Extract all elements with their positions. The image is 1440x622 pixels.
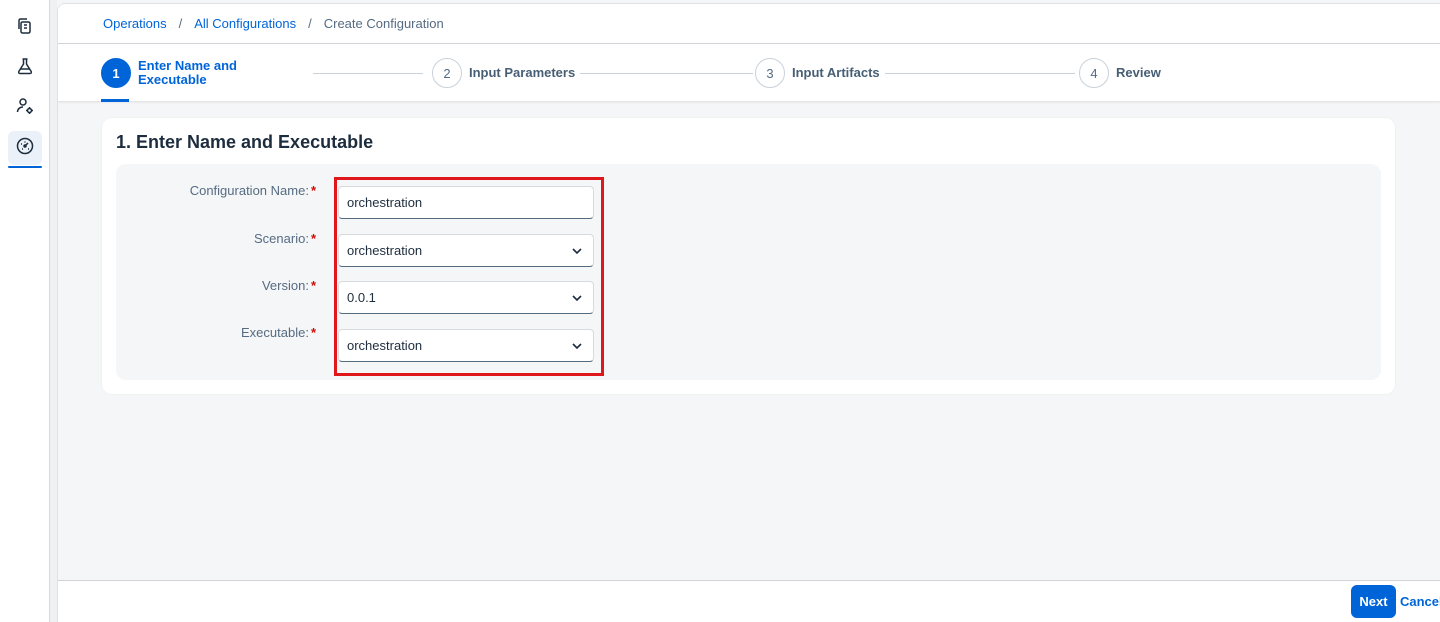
rail-item-operations[interactable] xyxy=(8,131,42,168)
copy-documents-icon xyxy=(15,16,35,41)
configuration-name-value: orchestration xyxy=(347,195,423,210)
breadcrumb-link-operations[interactable]: Operations xyxy=(103,16,167,31)
rail-divider xyxy=(50,0,57,622)
scenario-select[interactable]: orchestration xyxy=(338,234,594,267)
required-marker: * xyxy=(310,231,316,246)
wizard-progress-bar: 1 Enter Name and Executable 2 Input Para… xyxy=(58,44,1440,102)
chevron-down-icon xyxy=(572,342,582,349)
step-number: 3 xyxy=(755,58,785,88)
breadcrumb-separator: / xyxy=(308,16,312,31)
executable-label: Executable: * xyxy=(241,325,316,340)
chevron-down-icon xyxy=(572,294,582,301)
step-connector xyxy=(313,73,423,74)
breadcrumb: Operations / All Configurations / Create… xyxy=(58,4,1440,44)
scenario-value: orchestration xyxy=(347,243,423,258)
configuration-name-label: Configuration Name: * xyxy=(189,183,316,198)
wizard-step-4[interactable]: 4 Review xyxy=(1079,44,1161,102)
step-label: Enter Name and Executable xyxy=(138,58,237,87)
rail-item-lab[interactable] xyxy=(8,51,42,85)
configuration-name-input[interactable]: orchestration xyxy=(338,186,594,219)
executable-select[interactable]: orchestration xyxy=(338,329,594,362)
step-number: 2 xyxy=(432,58,462,88)
scenario-label: Scenario: * xyxy=(254,231,316,246)
side-navigation-rail xyxy=(0,0,50,622)
wizard-step-2[interactable]: 2 Input Parameters xyxy=(432,44,575,102)
section-title: 1. Enter Name and Executable xyxy=(116,132,374,152)
step-label: Input Parameters xyxy=(469,65,576,80)
step-label: Review xyxy=(1116,65,1161,80)
step-number: 4 xyxy=(1079,58,1109,88)
version-label: Version: * xyxy=(261,278,316,293)
step-connector xyxy=(580,73,753,74)
step-content-card: 1. Enter Name and Executable Configurati… xyxy=(102,118,1395,394)
version-select[interactable]: 0.0.1 xyxy=(338,281,594,314)
dashboard-gauge-icon xyxy=(15,136,35,161)
lab-flask-icon xyxy=(15,56,35,81)
next-button[interactable]: Next xyxy=(1351,585,1396,618)
cancel-button[interactable]: Cancel xyxy=(1400,585,1440,618)
step-label: Input Artifacts xyxy=(792,65,880,80)
wizard-footer: Next Cancel xyxy=(58,580,1440,622)
required-marker: * xyxy=(310,325,316,340)
step-number: 1 xyxy=(101,58,131,88)
user-settings-icon xyxy=(15,96,35,121)
breadcrumb-separator: / xyxy=(178,16,183,31)
chevron-down-icon xyxy=(572,247,582,254)
required-marker: * xyxy=(310,183,316,198)
configuration-form: Configuration Name: * orchestration Scena… xyxy=(116,164,1381,380)
breadcrumb-current: Create Configuration xyxy=(323,16,444,31)
wizard-step-1[interactable]: 1 Enter Name and Executable xyxy=(101,44,258,102)
rail-item-documents[interactable] xyxy=(8,11,42,45)
rail-item-user-settings[interactable] xyxy=(8,91,42,125)
step-connector xyxy=(885,73,1075,74)
executable-value: orchestration xyxy=(347,338,423,353)
wizard-step-3[interactable]: 3 Input Artifacts xyxy=(755,44,880,102)
main-panel: Operations / All Configurations / Create… xyxy=(57,3,1440,622)
required-marker: * xyxy=(310,278,316,293)
version-value: 0.0.1 xyxy=(347,290,376,305)
breadcrumb-link-all-configurations[interactable]: All Configurations xyxy=(194,16,296,31)
